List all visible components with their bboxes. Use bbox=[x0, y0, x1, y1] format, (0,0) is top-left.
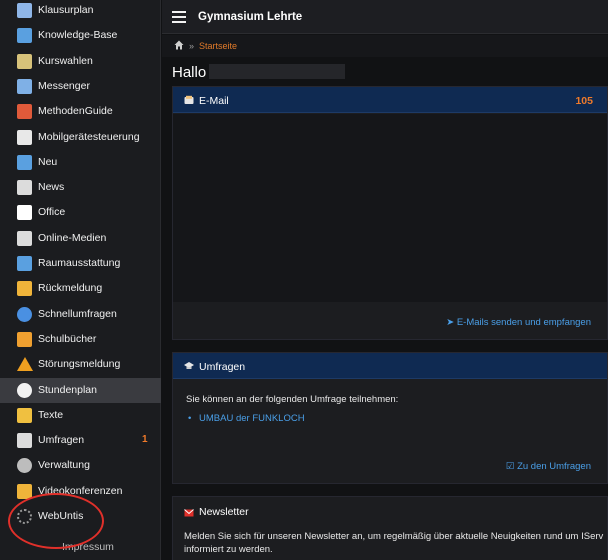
email-unread-count: 105 bbox=[575, 95, 593, 107]
sidebar-item-label: Office bbox=[38, 206, 66, 219]
graduation-cap-icon bbox=[184, 362, 194, 369]
office-icon bbox=[17, 205, 32, 221]
newsletter-title[interactable]: Newsletter bbox=[199, 506, 249, 518]
sidebar-item-label: Neu bbox=[38, 155, 58, 168]
menu-icon[interactable] bbox=[172, 11, 186, 23]
sidebar-item-news[interactable]: News bbox=[0, 175, 161, 200]
email-send-receive-label: E-Mails senden und empfangen bbox=[456, 317, 591, 328]
pie-chart-icon bbox=[17, 306, 32, 322]
email-list bbox=[173, 114, 607, 302]
sidebar-item-label: Schulbücher bbox=[38, 332, 97, 345]
chat-bubble-icon bbox=[17, 78, 32, 94]
lightbulb-icon bbox=[17, 28, 32, 44]
newsletter-text: Melden Sie sich für unseren Newsletter a… bbox=[184, 531, 604, 555]
clock-icon bbox=[17, 382, 32, 398]
sidebar-item-klausurplan[interactable]: Klausurplan bbox=[0, 0, 161, 23]
sidebar-item-label: Kurswahlen bbox=[38, 54, 93, 67]
sidebar-item-methodenguide[interactable]: MethodenGuide bbox=[0, 99, 161, 124]
sidebar-item-label: Mobilgerätesteuerung bbox=[38, 130, 140, 143]
sidebar-item-label: News bbox=[38, 181, 65, 194]
sidebar-item-label: Störungsmeldung bbox=[38, 358, 121, 371]
room-icon bbox=[17, 256, 32, 271]
greeting: Hallo bbox=[172, 64, 207, 81]
media-icon bbox=[17, 230, 32, 246]
umfragen-intro: Sie können an der folgenden Umfrage teil… bbox=[186, 394, 399, 405]
umfragen-panel-title[interactable]: Umfragen bbox=[199, 361, 245, 373]
sidebar-item-label: MethodenGuide bbox=[38, 105, 113, 118]
sidebar-item-mobilgerätesteuerung[interactable]: Mobilgerätesteuerung bbox=[0, 125, 161, 150]
sidebar-item-label: Knowledge-Base bbox=[38, 29, 118, 42]
paper-plane-icon: ➤ bbox=[446, 317, 457, 328]
sidebar-item-raumausstattung[interactable]: Raumausstattung bbox=[0, 251, 161, 276]
checkbox-edit-icon: ☑ bbox=[505, 461, 518, 472]
newsletter-icon bbox=[184, 509, 194, 517]
sidebar-item-umfragen[interactable]: Umfragen 1 bbox=[0, 428, 161, 453]
sidebar-item-label: Verwaltung bbox=[38, 459, 90, 472]
sidebar-item-rückmeldung[interactable]: Rückmeldung bbox=[0, 276, 161, 301]
gear-icon bbox=[17, 458, 32, 474]
newsletter-panel: Newsletter Melden Sie sich für unseren N… bbox=[172, 496, 608, 560]
sidebar-item-messenger[interactable]: Messenger bbox=[0, 74, 161, 99]
sidebar-item-label: Raumausstattung bbox=[38, 257, 121, 269]
umfragen-panel-header: Umfragen bbox=[173, 353, 607, 379]
sidebar-item-störungsmeldung[interactable]: Störungsmeldung bbox=[0, 352, 161, 377]
sidebar-item-neu[interactable]: Neu bbox=[0, 150, 161, 175]
newspaper-icon bbox=[17, 180, 32, 196]
breadcrumb-separator: » bbox=[189, 41, 195, 51]
sidebar-item-office[interactable]: Office bbox=[0, 200, 161, 225]
umfragen-overview-link[interactable]: ☑ Zu den Umfragen bbox=[506, 461, 591, 472]
inbox-icon bbox=[184, 95, 194, 104]
email-panel-title[interactable]: E-Mail bbox=[199, 95, 229, 107]
checkbox-icon bbox=[17, 53, 32, 69]
home-icon[interactable] bbox=[174, 40, 184, 50]
email-send-receive-link[interactable]: ➤ E-Mails senden und empfangen bbox=[446, 317, 591, 328]
sidebar-item-knowledge-base[interactable]: Knowledge-Base bbox=[0, 23, 161, 48]
new-icon bbox=[17, 154, 32, 170]
sidebar-item-label: Messenger bbox=[38, 79, 90, 92]
survey-icon bbox=[17, 433, 32, 449]
breadcrumb-startseite[interactable]: Startseite bbox=[199, 41, 237, 51]
email-panel-header: E-Mail 105 bbox=[173, 87, 607, 113]
text-doc-icon bbox=[17, 407, 32, 423]
feedback-icon bbox=[17, 281, 32, 297]
annotation-circle bbox=[8, 493, 104, 549]
warning-icon bbox=[17, 357, 33, 372]
device-icon bbox=[17, 129, 32, 145]
sidebar-item-online-medien[interactable]: Online-Medien bbox=[0, 226, 161, 251]
sidebar: WebUntis Videokonferenzen Verwaltung Umfrag… bbox=[0, 0, 161, 560]
bullet: • bbox=[188, 413, 192, 424]
sidebar-item-schnellumfragen[interactable]: Schnellumfragen bbox=[0, 302, 161, 327]
sidebar-item-label: Online-Medien bbox=[38, 231, 107, 244]
sidebar-item-label: Klausurplan bbox=[38, 4, 94, 16]
top-bar: Gymnasium Lehrte bbox=[162, 0, 608, 34]
breadcrumb: » Startseite bbox=[162, 35, 608, 57]
sidebar-item-label: Schnellumfragen bbox=[38, 307, 117, 320]
sidebar-item-label: Umfragen bbox=[38, 434, 85, 447]
sidebar-item-label: Stundenplan bbox=[38, 383, 97, 396]
sidebar-item-verwaltung[interactable]: Verwaltung bbox=[0, 453, 161, 478]
guide-icon bbox=[17, 104, 32, 120]
umfragen-overview-label: Zu den Umfragen bbox=[517, 461, 591, 472]
email-panel: E-Mail 105 ➤ E-Mails senden und empfange… bbox=[172, 86, 608, 340]
books-icon bbox=[17, 331, 32, 347]
sidebar-item-label: Rückmeldung bbox=[38, 282, 103, 295]
calendar-icon bbox=[17, 3, 32, 18]
school-name[interactable]: Gymnasium Lehrte bbox=[198, 11, 302, 23]
redacted-username bbox=[209, 64, 345, 79]
umfrage-link[interactable]: UMBAU der FUNKLOCH bbox=[199, 413, 305, 424]
sidebar-item-kurswahlen[interactable]: Kurswahlen bbox=[0, 49, 161, 74]
sidebar-item-schulbücher[interactable]: Schulbücher bbox=[0, 327, 161, 352]
umfragen-panel: Umfragen Sie können an der folgenden Umf… bbox=[172, 352, 608, 484]
sidebar-item-texte[interactable]: Texte bbox=[0, 403, 161, 428]
sidebar-item-label: Texte bbox=[38, 408, 64, 421]
sidebar-item-stundenplan[interactable]: Stundenplan bbox=[0, 377, 161, 403]
sidebar-badge: 1 bbox=[142, 434, 148, 446]
